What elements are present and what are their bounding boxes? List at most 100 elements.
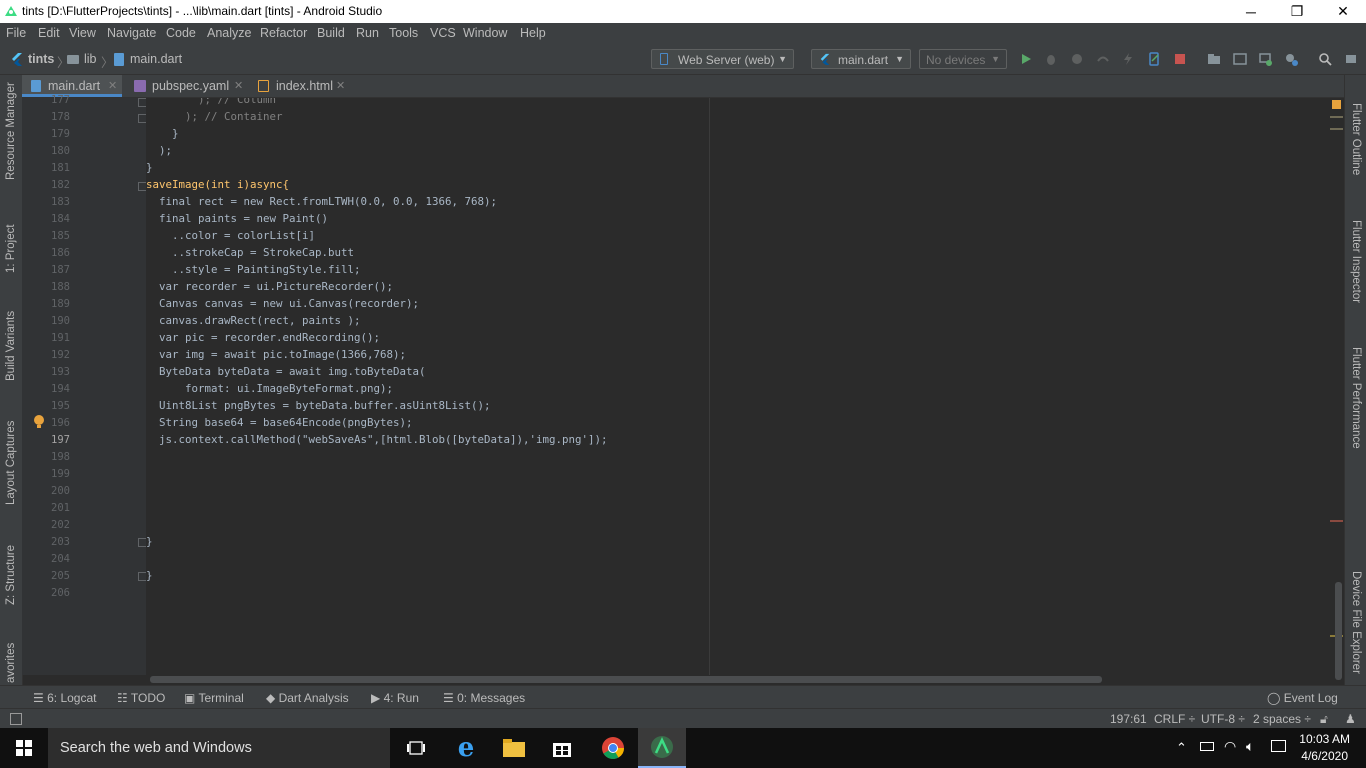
minimize-button[interactable]: ─	[1228, 0, 1274, 23]
memory-indicator-icon[interactable]: ♟︎	[1345, 712, 1356, 726]
menu-vcs[interactable]: VCS	[430, 26, 456, 40]
volume-icon[interactable]: 🔈︎	[1246, 738, 1254, 755]
maximize-button[interactable]: ❐	[1274, 0, 1320, 23]
line-number: 183	[51, 196, 70, 208]
task-view-button[interactable]	[392, 728, 440, 768]
tool-project[interactable]: 1: Project	[5, 224, 17, 273]
horizontal-scrollbar[interactable]	[150, 676, 1102, 683]
run-icon[interactable]	[1019, 52, 1033, 66]
tool-flutter-outline[interactable]: Flutter Outline	[1350, 103, 1362, 175]
menu-file[interactable]: File	[6, 26, 26, 40]
stop-icon[interactable]	[1173, 52, 1187, 66]
menu-edit[interactable]: Edit	[38, 26, 60, 40]
tool-messages-label: 0: Messages	[457, 691, 526, 705]
debug-icon[interactable]	[1044, 52, 1058, 66]
file-explorer-button[interactable]	[490, 728, 538, 768]
menu-tools[interactable]: Tools	[389, 26, 418, 40]
tool-run[interactable]: ▶ 4: Run	[371, 691, 419, 705]
tool-todo[interactable]: ☷ TODO	[117, 691, 165, 705]
apply-changes-icon[interactable]	[1147, 52, 1161, 66]
code-line: ..strokeCap = StrokeCap.butt	[146, 246, 355, 259]
sdk-icon[interactable]	[1344, 52, 1358, 66]
chevron-down-icon: ▼	[895, 54, 904, 64]
notifications-icon[interactable]	[1271, 740, 1286, 752]
menu-run[interactable]: Run	[356, 26, 379, 40]
menu-window[interactable]: Window	[463, 26, 507, 40]
android-studio-taskbar-button[interactable]	[638, 728, 686, 768]
vertical-scrollbar[interactable]	[1335, 582, 1342, 680]
tool-messages[interactable]: ☰ 0: Messages	[443, 691, 525, 705]
tool-layout-captures[interactable]: Layout Captures	[5, 421, 17, 505]
menu-build[interactable]: Build	[317, 26, 345, 40]
tab-label: index.html	[276, 79, 333, 93]
tool-build-variants[interactable]: Build Variants	[5, 311, 17, 381]
tool-dart-analysis[interactable]: ◆ Dart Analysis	[266, 691, 349, 705]
tab-pubspec-yaml[interactable]: pubspec.yaml ✕	[126, 75, 246, 97]
menu-navigate[interactable]: Navigate	[107, 26, 156, 40]
line-number-current: 197	[51, 434, 70, 446]
file-encoding[interactable]: UTF-8 ÷	[1201, 712, 1245, 726]
tool-favorites[interactable]: avorites	[5, 643, 17, 683]
devices-select[interactable]: No devices ▼	[919, 49, 1007, 69]
avd-manager-icon[interactable]	[1233, 52, 1247, 66]
start-button[interactable]	[0, 728, 48, 768]
editor-gutter: 177 178 179 180 181 182 183 184 185 186 …	[22, 94, 147, 675]
tool-resource-manager[interactable]: Resource Manager	[5, 82, 17, 180]
profile-icon[interactable]	[1070, 52, 1084, 66]
breadcrumb-project[interactable]: tints	[28, 52, 54, 66]
indent-setting[interactable]: 2 spaces ÷	[1253, 712, 1311, 726]
store-button[interactable]	[538, 728, 586, 768]
tool-terminal[interactable]: ▣ Terminal	[184, 691, 244, 705]
caret-position[interactable]: 197:61	[1110, 712, 1147, 726]
tool-event-log[interactable]: ◯ Event Log	[1267, 691, 1338, 705]
code-line: Canvas canvas = new ui.Canvas(recorder);	[146, 297, 420, 310]
close-tab-icon[interactable]: ✕	[108, 79, 117, 92]
taskbar-search[interactable]: Search the web and Windows	[48, 728, 390, 768]
run-config-select[interactable]: main.dart ▼	[811, 49, 911, 69]
wifi-icon[interactable]: ◠	[1224, 738, 1236, 755]
breadcrumb-folder[interactable]: lib	[84, 52, 97, 66]
line-number: 204	[51, 553, 70, 565]
settings-icon[interactable]	[1284, 52, 1298, 66]
error-stripe-mark[interactable]	[1330, 116, 1343, 118]
error-stripe-mark[interactable]	[1330, 128, 1343, 130]
code-editor[interactable]: ); // Column ); // Container } ); } save…	[146, 98, 1344, 675]
lock-icon[interactable]: 🔓︎	[1320, 712, 1328, 727]
sdk-manager-icon[interactable]	[1258, 52, 1272, 66]
taskbar-clock[interactable]: 10:03 AM 4/6/2020	[1299, 731, 1350, 765]
menu-refactor[interactable]: Refactor	[260, 26, 307, 40]
tool-device-file-explorer[interactable]: Device File Explorer	[1350, 571, 1362, 674]
tool-logcat[interactable]: ☰ 6: Logcat	[33, 691, 96, 705]
show-hidden-icons-icon[interactable]: ⌃	[1176, 740, 1187, 756]
tool-structure[interactable]: Z: Structure	[5, 545, 17, 605]
line-separator[interactable]: CRLF ÷	[1154, 712, 1195, 726]
hot-reload-icon[interactable]	[1121, 52, 1135, 66]
line-number: 181	[51, 162, 70, 174]
close-tab-icon[interactable]: ✕	[234, 79, 243, 92]
run-icon: ▶	[371, 691, 381, 705]
close-tab-icon[interactable]: ✕	[336, 79, 345, 92]
close-button[interactable]: ✕	[1320, 0, 1366, 23]
tool-flutter-performance[interactable]: Flutter Performance	[1350, 347, 1362, 449]
sync-project-icon[interactable]	[1207, 52, 1221, 66]
device-target-select[interactable]: Web Server (web) ▼	[651, 49, 794, 69]
breadcrumb-file[interactable]: main.dart	[130, 52, 182, 66]
inspection-status-icon[interactable]	[1332, 100, 1341, 109]
edge-browser-button[interactable]: e	[442, 728, 490, 768]
error-stripe-mark[interactable]	[1330, 520, 1343, 522]
menu-view[interactable]: View	[69, 26, 96, 40]
tool-flutter-inspector[interactable]: Flutter Inspector	[1350, 220, 1362, 303]
battery-icon[interactable]	[1200, 742, 1214, 751]
lightbulb-icon[interactable]	[33, 415, 45, 429]
tab-index-html[interactable]: index.html ✕	[250, 75, 350, 97]
search-icon[interactable]	[1318, 52, 1332, 66]
attach-icon[interactable]	[1096, 52, 1110, 66]
menu-analyze[interactable]: Analyze	[207, 26, 251, 40]
line-number: 184	[51, 213, 70, 225]
chrome-button[interactable]	[589, 728, 637, 768]
menu-code[interactable]: Code	[166, 26, 196, 40]
tool-todo-label: TODO	[130, 691, 166, 705]
code-line-current: js.context.callMethod("webSaveAs",[html.…	[146, 433, 608, 446]
toggle-tool-windows-icon[interactable]	[10, 713, 22, 725]
menu-help[interactable]: Help	[520, 26, 546, 40]
